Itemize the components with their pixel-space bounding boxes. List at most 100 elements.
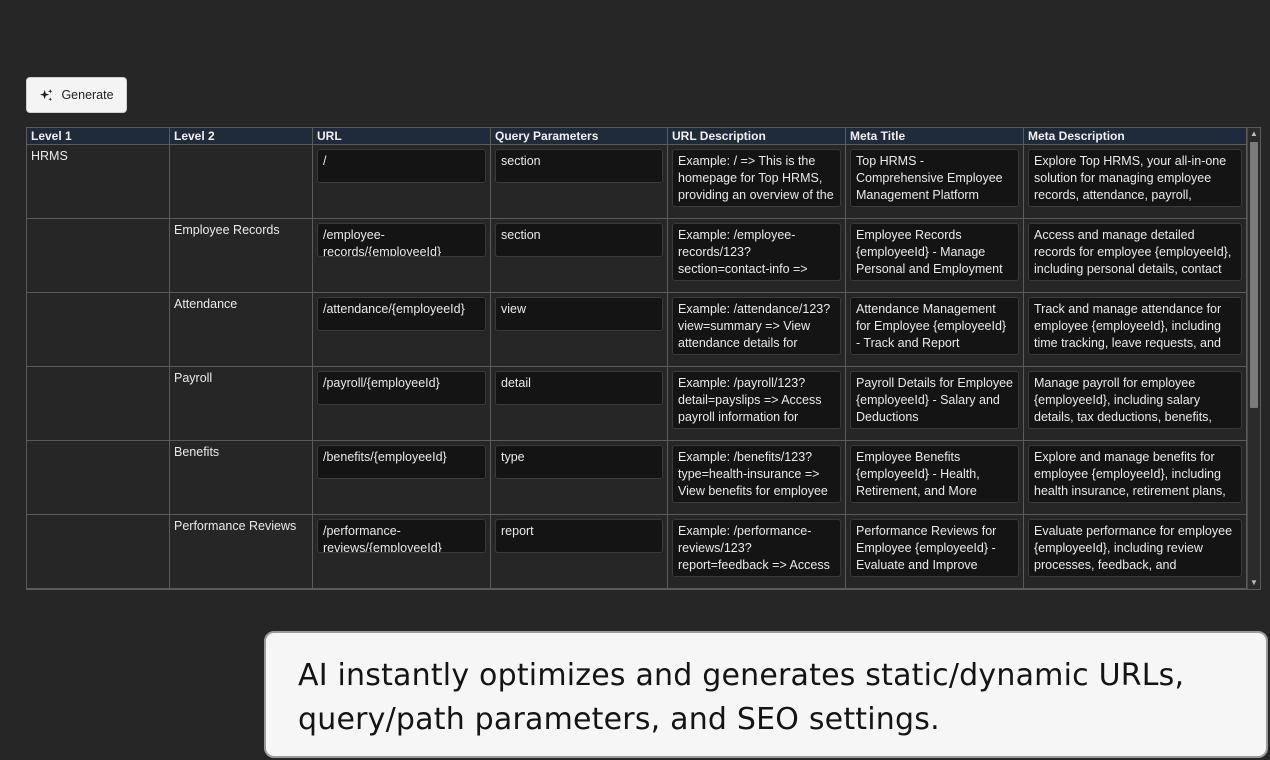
cell-level-2: Attendance	[174, 297, 238, 311]
table-row: Benefits/benefits/{employeeId} type Exampl…	[27, 441, 1247, 515]
url-field[interactable]: /performance-reviews/{employeeId}	[317, 519, 486, 553]
header-url: URL	[313, 128, 491, 144]
meta-title-field[interactable]: Performance Reviews for Employee {employ…	[850, 519, 1019, 577]
table-cell: detail	[491, 367, 668, 440]
table-cell: Attendance	[170, 293, 313, 366]
url-structure-table: Level 1 Level 2 URL Query Parameters URL…	[26, 127, 1261, 590]
meta-description-field[interactable]: Track and manage attendance for employee…	[1028, 297, 1242, 355]
table-row: HRMS / section Example: / => This is the ho…	[27, 145, 1247, 219]
table-cell: Example: /attendance/123?view=summary =>…	[668, 293, 846, 366]
scroll-down-icon[interactable]: ▼	[1248, 577, 1260, 589]
meta-title-field[interactable]: Payroll Details for Employee {employeeId…	[850, 371, 1019, 429]
table-cell: section	[491, 219, 668, 292]
header-meta-description: Meta Description	[1024, 128, 1247, 144]
caption-banner: AI instantly optimizes and generates sta…	[264, 631, 1268, 758]
meta-description-field[interactable]: Explore and manage benefits for employee…	[1028, 445, 1242, 503]
sparkle-icon	[40, 88, 54, 101]
header-query-parameters: Query Parameters	[491, 128, 668, 144]
meta-description-field[interactable]: Access and manage detailed records for e…	[1028, 223, 1242, 281]
table-cell: Employee Benefits {employeeId} - Health,…	[846, 441, 1024, 514]
table-header-row: Level 1 Level 2 URL Query Parameters URL…	[27, 128, 1247, 145]
url-description-field[interactable]: Example: / => This is the homepage for T…	[672, 149, 841, 207]
table-cell	[27, 441, 170, 514]
query-parameters-field[interactable]: view	[495, 297, 663, 331]
url-field[interactable]: /payroll/{employeeId}	[317, 371, 486, 405]
table-cell: Evaluate performance for employee {emplo…	[1024, 515, 1247, 588]
query-parameters-field[interactable]: type	[495, 445, 663, 479]
query-parameters-field[interactable]: section	[495, 149, 663, 183]
table-cell: Explore Top HRMS, your all-in-one soluti…	[1024, 145, 1247, 218]
table-cell: type	[491, 441, 668, 514]
meta-title-field[interactable]: Attendance Management for Employee {empl…	[850, 297, 1019, 355]
url-description-field[interactable]: Example: /attendance/123?view=summary =>…	[672, 297, 841, 355]
table-cell: Access and manage detailed records for e…	[1024, 219, 1247, 292]
cell-level-2: Employee Records	[174, 223, 280, 237]
meta-title-field[interactable]: Employee Records {employeeId} - Manage P…	[850, 223, 1019, 281]
scrollbar-thumb[interactable]	[1250, 142, 1258, 408]
table-cell: Example: /performance-reviews/123?report…	[668, 515, 846, 588]
meta-title-field[interactable]: Employee Benefits {employeeId} - Health,…	[850, 445, 1019, 503]
cell-level-2: Benefits	[174, 445, 220, 459]
table-cell: /payroll/{employeeId}	[313, 367, 491, 440]
url-description-field[interactable]: Example: /employee-records/123?section=c…	[672, 223, 841, 281]
caption-text: AI instantly optimizes and generates sta…	[298, 658, 1185, 737]
meta-description-field[interactable]: Explore Top HRMS, your all-in-one soluti…	[1028, 149, 1242, 207]
table-cell: HRMS	[27, 145, 170, 218]
table-cell: Employee Records	[170, 219, 313, 292]
query-parameters-field[interactable]: detail	[495, 371, 663, 405]
table-cell: Manage payroll for employee {employeeId}…	[1024, 367, 1247, 440]
meta-description-field[interactable]: Evaluate performance for employee {emplo…	[1028, 519, 1242, 577]
table-grid: Level 1 Level 2 URL Query Parameters URL…	[27, 128, 1247, 589]
url-description-field[interactable]: Example: /benefits/123?type=health-insur…	[672, 445, 841, 503]
table-cell: /employee-records/{employeeId}	[313, 219, 491, 292]
meta-title-field[interactable]: Top HRMS - Comprehensive Employee Manage…	[850, 149, 1019, 207]
scroll-up-icon[interactable]: ▲	[1248, 128, 1260, 140]
query-parameters-field[interactable]: report	[495, 519, 663, 553]
header-meta-title: Meta Title	[846, 128, 1024, 144]
table-cell: Track and manage attendance for employee…	[1024, 293, 1247, 366]
generate-label: Generate	[61, 88, 114, 102]
query-parameters-field[interactable]: section	[495, 223, 663, 257]
url-description-field[interactable]: Example: /performance-reviews/123?report…	[672, 519, 841, 577]
table-cell: /	[313, 145, 491, 218]
cell-level-2: Payroll	[174, 371, 213, 385]
url-description-field[interactable]: Example: /payroll/123?detail=payslips =>…	[672, 371, 841, 429]
cell-level-1: HRMS	[31, 149, 68, 163]
table-cell: /benefits/{employeeId}	[313, 441, 491, 514]
table-cell: /attendance/{employeeId}	[313, 293, 491, 366]
table-cell: section	[491, 145, 668, 218]
table-cell	[27, 515, 170, 588]
meta-description-field[interactable]: Manage payroll for employee {employeeId}…	[1028, 371, 1242, 429]
table-row: Employee Records/employee-records/{emplo…	[27, 219, 1247, 293]
url-field[interactable]: /benefits/{employeeId}	[317, 445, 486, 479]
table-cell: Payroll	[170, 367, 313, 440]
table-cell: Benefits	[170, 441, 313, 514]
table-cell: report	[491, 515, 668, 588]
table-cell	[27, 293, 170, 366]
url-field[interactable]: /attendance/{employeeId}	[317, 297, 486, 331]
header-url-description: URL Description	[668, 128, 846, 144]
table-cell: Performance Reviews	[170, 515, 313, 588]
table-cell: Employee Records {employeeId} - Manage P…	[846, 219, 1024, 292]
header-level-2: Level 2	[170, 128, 313, 144]
url-field[interactable]: /employee-records/{employeeId}	[317, 223, 486, 257]
table-cell: Example: /employee-records/123?section=c…	[668, 219, 846, 292]
table-cell: Explore and manage benefits for employee…	[1024, 441, 1247, 514]
table-row: Attendance/attendance/{employeeId} view Ex…	[27, 293, 1247, 367]
table-cell	[170, 145, 313, 218]
table-cell	[27, 367, 170, 440]
table-cell: Payroll Details for Employee {employeeId…	[846, 367, 1024, 440]
generate-button[interactable]: Generate	[26, 77, 127, 113]
table-row: Payroll/payroll/{employeeId} detail Exampl…	[27, 367, 1247, 441]
table-row: Performance Reviews/performance-reviews/…	[27, 515, 1247, 589]
table-cell	[27, 219, 170, 292]
cell-level-2: Performance Reviews	[174, 519, 297, 533]
table-cell: view	[491, 293, 668, 366]
table-body: HRMS / section Example: / => This is the ho…	[27, 145, 1247, 589]
url-field[interactable]: /	[317, 149, 486, 183]
table-cell: /performance-reviews/{employeeId}	[313, 515, 491, 588]
table-cell: Example: /benefits/123?type=health-insur…	[668, 441, 846, 514]
table-scrollbar[interactable]: ▲ ▼	[1247, 128, 1260, 589]
table-cell: Example: /payroll/123?detail=payslips =>…	[668, 367, 846, 440]
table-cell: Attendance Management for Employee {empl…	[846, 293, 1024, 366]
